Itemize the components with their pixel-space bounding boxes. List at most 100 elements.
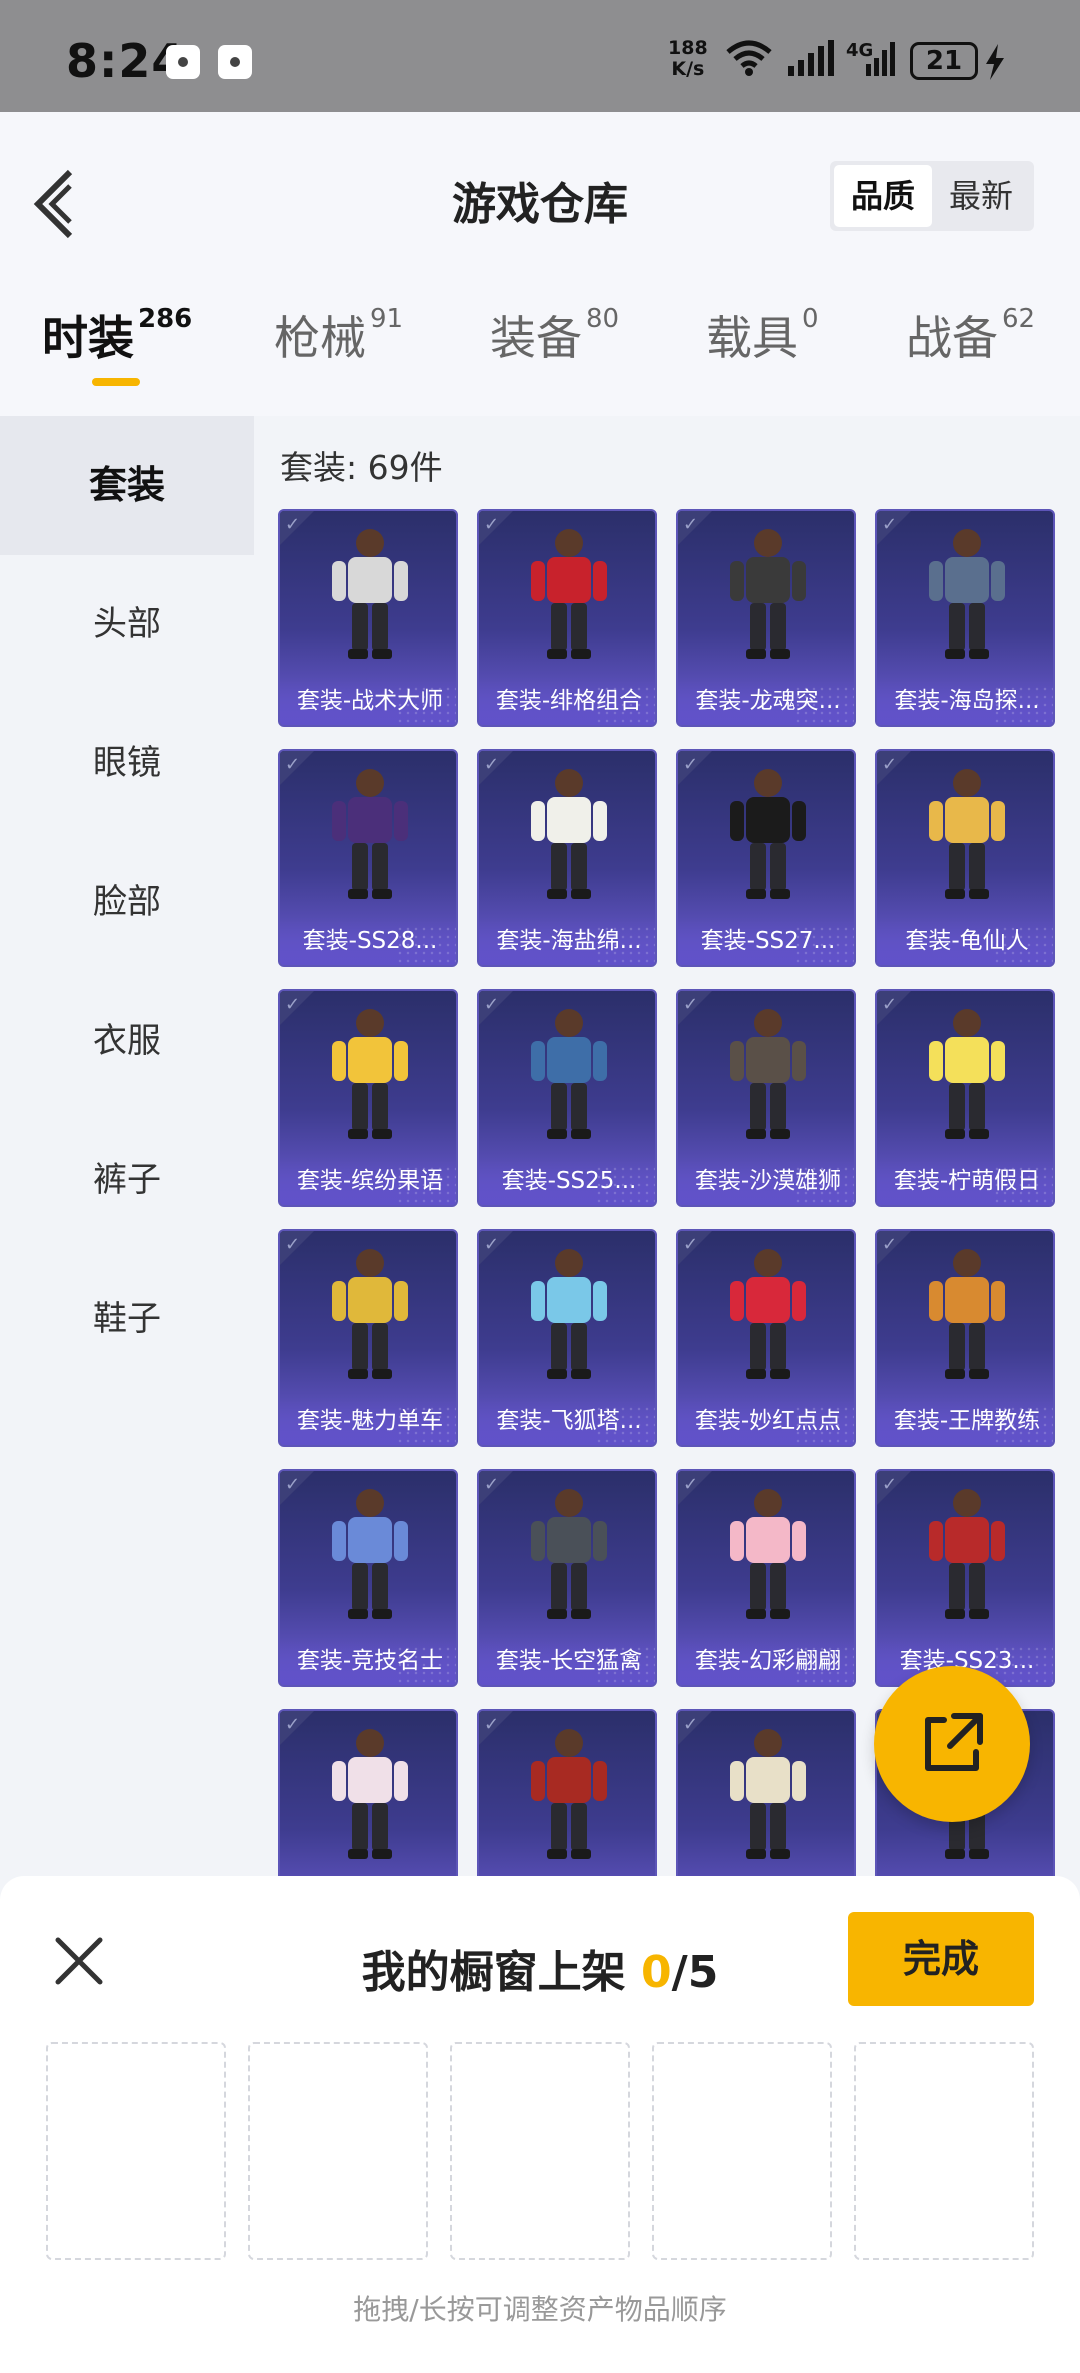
- item-card[interactable]: ✓ 套装-龙魂突...: [676, 509, 856, 727]
- item-card[interactable]: ✓ 套装-幻彩翩翩: [676, 1469, 856, 1687]
- outfit-image: [929, 1249, 1005, 1379]
- external-link-icon: [925, 1713, 983, 1771]
- outfit-image: [332, 769, 408, 899]
- outfit-image: [531, 1009, 607, 1139]
- item-name: 套装-柠萌假日: [877, 1157, 1053, 1205]
- showcase-slot[interactable]: [652, 2042, 832, 2260]
- outfit-image: [730, 1009, 806, 1139]
- outfit-image: [332, 1249, 408, 1379]
- item-name: 套装-战术大师: [280, 677, 456, 725]
- tab-supplies[interactable]: 战备 62: [906, 302, 1035, 368]
- item-card[interactable]: ✓ 套装-SS28...: [278, 749, 458, 967]
- sidebar-item-pants[interactable]: 裤子: [0, 1111, 254, 1250]
- outfit-image: [332, 1729, 408, 1859]
- sort-option-quality[interactable]: 品质: [834, 165, 932, 227]
- tab-fashion[interactable]: 时装 286: [42, 302, 192, 368]
- item-card[interactable]: ✓ 套装-战术大师: [278, 509, 458, 727]
- item-card[interactable]: ✓: [676, 1709, 856, 1876]
- item-card[interactable]: ✓ 套装-海岛探...: [875, 509, 1055, 727]
- item-name: 套装-魅力单车: [280, 1397, 456, 1445]
- item-card[interactable]: ✓ 套装-海盐绵...: [477, 749, 657, 967]
- item-name: 套装-龟仙人: [877, 917, 1053, 965]
- status-bar: 8:24 188 K/s 4G 21: [0, 0, 1080, 112]
- outfit-image: [531, 1729, 607, 1859]
- sidebar-item-clothes[interactable]: 衣服: [0, 972, 254, 1111]
- sidebar-item-shoes[interactable]: 鞋子: [0, 1250, 254, 1389]
- item-name: 套装-龙魂突...: [678, 677, 854, 725]
- outfit-image: [332, 529, 408, 659]
- item-name: 套装-长空猛禽: [479, 1637, 655, 1685]
- item-grid-area: 套装: 69件 ✓ 套装-战术大师 ✓ 套装-绯格组合 ✓ 套装-龙魂突... ✓ 套装-海岛…: [254, 416, 1080, 1876]
- charging-icon: [986, 44, 1004, 80]
- outfit-image: [531, 1489, 607, 1619]
- item-card[interactable]: ✓ 套装-竞技名士: [278, 1469, 458, 1687]
- outfit-image: [929, 1489, 1005, 1619]
- item-card[interactable]: ✓ 套装-飞狐塔...: [477, 1229, 657, 1447]
- sidebar-item-head[interactable]: 头部: [0, 555, 254, 694]
- item-card[interactable]: ✓ 套装-魅力单车: [278, 1229, 458, 1447]
- item-name: 套装-海岛探...: [877, 677, 1053, 725]
- outfit-image: [531, 769, 607, 899]
- showcase-slot[interactable]: [450, 2042, 630, 2260]
- battery-indicator: 21: [910, 42, 978, 80]
- item-name: 套装-海盐绵...: [479, 917, 655, 965]
- tab-vehicles[interactable]: 载具 0: [706, 302, 819, 368]
- item-name: 套装-绯格组合: [479, 677, 655, 725]
- item-name: 套装-SS27...: [678, 917, 854, 965]
- outfit-image: [929, 769, 1005, 899]
- item-name: 套装-王牌教练: [877, 1397, 1053, 1445]
- item-card[interactable]: ✓ 套装-SS25...: [477, 989, 657, 1207]
- outfit-image: [332, 1489, 408, 1619]
- active-tab-indicator: [92, 378, 140, 386]
- item-card[interactable]: ✓: [278, 1709, 458, 1876]
- done-button[interactable]: 完成: [848, 1912, 1034, 2006]
- item-name: 套装-SS25...: [479, 1157, 655, 1205]
- outfit-image: [730, 529, 806, 659]
- app-header: 游戏仓库 品质 最新 时装 286 枪械 91 装备 80 载具 0 战备 62: [0, 112, 1080, 416]
- outfit-image: [531, 529, 607, 659]
- item-card[interactable]: ✓ 套装-缤纷果语: [278, 989, 458, 1207]
- subcategory-sidebar: 套装 头部 眼镜 脸部 衣服 裤子 鞋子: [0, 416, 254, 1876]
- tab-weapons[interactable]: 枪械 91: [274, 302, 403, 368]
- sidebar-item-face[interactable]: 脸部: [0, 833, 254, 972]
- tab-equipment[interactable]: 装备 80: [490, 302, 619, 368]
- item-card[interactable]: ✓ 套装-王牌教练: [875, 1229, 1055, 1447]
- item-name: 套装-幻彩翩翩: [678, 1637, 854, 1685]
- showcase-slot[interactable]: [854, 2042, 1034, 2260]
- item-name: 套装-缤纷果语: [280, 1157, 456, 1205]
- showcase-slot[interactable]: [46, 2042, 226, 2260]
- category-tabs: 时装 286 枪械 91 装备 80 载具 0 战备 62: [0, 302, 1080, 402]
- item-card[interactable]: ✓ 套装-沙漠雄狮: [676, 989, 856, 1207]
- svg-text:4G: 4G: [846, 40, 873, 61]
- signal-icon: [788, 40, 834, 76]
- signal-4g-icon: 4G: [846, 40, 895, 76]
- item-name: 套装-竞技名士: [280, 1637, 456, 1685]
- sidebar-item-suits[interactable]: 套装: [0, 416, 254, 555]
- item-name: 套装-妙红点点: [678, 1397, 854, 1445]
- item-count-label: 套装: 69件: [280, 448, 443, 487]
- outfit-image: [332, 1009, 408, 1139]
- item-card[interactable]: ✓ 套装-SS27...: [676, 749, 856, 967]
- notification-icon: [218, 45, 252, 79]
- outfit-image: [730, 769, 806, 899]
- showcase-sheet: 我的橱窗上架 0/5 完成 拖拽/长按可调整资产物品顺序: [0, 1876, 1080, 2373]
- item-card[interactable]: ✓: [477, 1709, 657, 1876]
- item-card[interactable]: ✓ 套装-龟仙人: [875, 749, 1055, 967]
- item-name: 套装-SS28...: [280, 917, 456, 965]
- outfit-image: [730, 1489, 806, 1619]
- sidebar-item-glasses[interactable]: 眼镜: [0, 694, 254, 833]
- item-name: 套装-飞狐塔...: [479, 1397, 655, 1445]
- wifi-icon: [726, 40, 772, 76]
- item-card[interactable]: ✓ 套装-长空猛禽: [477, 1469, 657, 1687]
- item-name: 套装-沙漠雄狮: [678, 1157, 854, 1205]
- outfit-image: [730, 1729, 806, 1859]
- notification-icon: [166, 45, 200, 79]
- reorder-hint: 拖拽/长按可调整资产物品顺序: [353, 2293, 727, 2326]
- item-card[interactable]: ✓ 套装-柠萌假日: [875, 989, 1055, 1207]
- share-button[interactable]: [874, 1666, 1030, 1822]
- sort-option-newest[interactable]: 最新: [932, 165, 1030, 227]
- item-card[interactable]: ✓ 套装-绯格组合: [477, 509, 657, 727]
- showcase-slot[interactable]: [248, 2042, 428, 2260]
- item-card[interactable]: ✓ 套装-妙红点点: [676, 1229, 856, 1447]
- item-card[interactable]: ✓ 套装-SS23...: [875, 1469, 1055, 1687]
